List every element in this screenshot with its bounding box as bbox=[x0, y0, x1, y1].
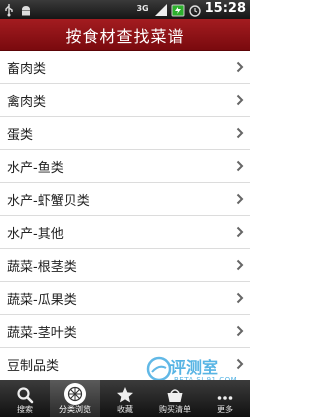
more-icon bbox=[217, 396, 233, 400]
list-item-label: 蔬菜-茎叶类 bbox=[7, 325, 77, 341]
list-item[interactable]: 蛋类 bbox=[0, 117, 250, 150]
list-item-label: 畜肉类 bbox=[7, 61, 47, 77]
battery-icon bbox=[171, 2, 185, 17]
chevron-right-icon bbox=[236, 127, 244, 139]
chevron-right-icon bbox=[236, 61, 244, 73]
screen: 3G 15:28 按食材查找菜谱 畜肉类 禽肉类 蛋类 水产-鱼类 水产-虾蟹贝… bbox=[0, 0, 250, 417]
chevron-right-icon bbox=[236, 193, 244, 205]
star-icon bbox=[117, 387, 133, 403]
list-item-label: 豆制品类 bbox=[7, 358, 60, 374]
list-item-label: 水产-鱼类 bbox=[7, 160, 64, 176]
title-bar: 按食材查找菜谱 bbox=[0, 19, 250, 51]
list-item[interactable]: 水产-鱼类 bbox=[0, 150, 250, 183]
tab-shopping-list[interactable]: 购买清单 bbox=[150, 380, 200, 417]
basket-icon bbox=[167, 389, 183, 402]
signal-icon bbox=[154, 2, 167, 16]
list-item[interactable]: 蔬菜-根茎类 bbox=[0, 249, 250, 282]
tab-label: 收藏 bbox=[117, 405, 133, 414]
tab-favorites[interactable]: 收藏 bbox=[100, 380, 150, 417]
list-item-label: 禽肉类 bbox=[7, 94, 47, 110]
list-item[interactable]: 水产-虾蟹贝类 bbox=[0, 183, 250, 216]
usb-icon bbox=[3, 2, 15, 17]
status-right: 3G 15:28 bbox=[136, 1, 246, 17]
tab-label: 搜索 bbox=[17, 405, 33, 414]
tab-label: 购买清单 bbox=[159, 405, 191, 414]
clock: 15:28 bbox=[204, 1, 246, 16]
bottom-tab-bar: 搜索 分类浏览 收藏 购买清单 更多 bbox=[0, 380, 250, 417]
chevron-right-icon bbox=[236, 292, 244, 304]
list-item[interactable]: 畜肉类 bbox=[0, 51, 250, 84]
chevron-right-icon bbox=[236, 358, 244, 370]
list-item[interactable]: 水产-其他 bbox=[0, 216, 250, 249]
chevron-right-icon bbox=[236, 160, 244, 172]
chevron-right-icon bbox=[236, 325, 244, 337]
tab-label: 分类浏览 bbox=[59, 405, 91, 414]
list-item-label: 水产-虾蟹贝类 bbox=[7, 193, 90, 209]
list-item-label: 蔬菜-瓜果类 bbox=[7, 292, 77, 308]
status-left bbox=[3, 2, 32, 17]
page-title: 按食材查找菜谱 bbox=[65, 26, 185, 46]
tab-label: 更多 bbox=[217, 405, 233, 414]
list-item[interactable]: 禽肉类 bbox=[0, 84, 250, 117]
chevron-right-icon bbox=[236, 94, 244, 106]
status-bar: 3G 15:28 bbox=[0, 0, 250, 19]
tab-category-browse[interactable]: 分类浏览 bbox=[50, 380, 100, 417]
android-debug-icon bbox=[20, 2, 32, 16]
list-item-label: 水产-其他 bbox=[7, 226, 64, 242]
chevron-right-icon bbox=[236, 259, 244, 271]
search-icon bbox=[17, 387, 34, 404]
category-list: 畜肉类 禽肉类 蛋类 水产-鱼类 水产-虾蟹贝类 水产-其他 蔬菜-根茎类 蔬菜… bbox=[0, 51, 250, 380]
list-item-label: 蛋类 bbox=[7, 127, 34, 143]
alarm-icon bbox=[188, 2, 201, 17]
network-type: 3G bbox=[136, 4, 149, 13]
chevron-right-icon bbox=[236, 226, 244, 238]
list-item-label: 蔬菜-根茎类 bbox=[7, 259, 77, 275]
tab-more[interactable]: 更多 bbox=[200, 380, 250, 417]
tab-search[interactable]: 搜索 bbox=[0, 380, 50, 417]
list-item[interactable]: 蔬菜-瓜果类 bbox=[0, 282, 250, 315]
list-item[interactable]: 豆制品类 bbox=[0, 348, 250, 380]
list-item[interactable]: 蔬菜-茎叶类 bbox=[0, 315, 250, 348]
category-icon bbox=[64, 383, 86, 405]
